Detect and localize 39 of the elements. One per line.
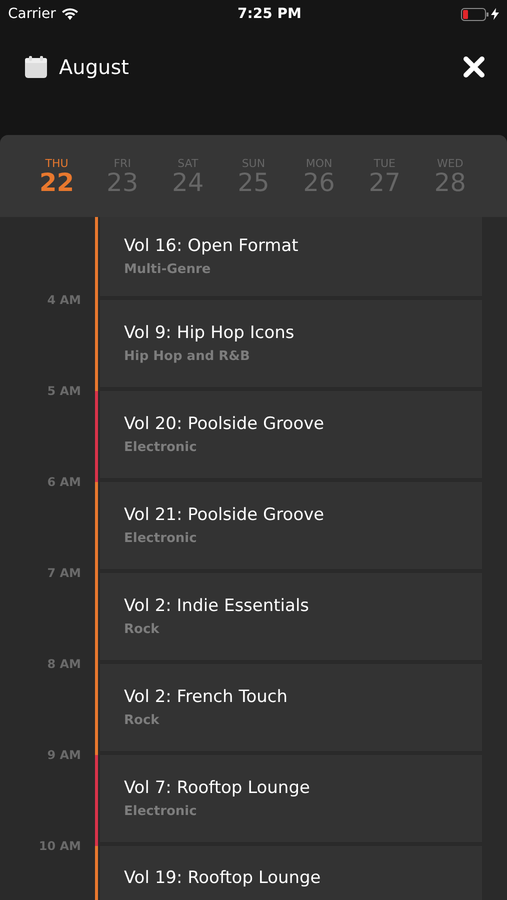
event-card[interactable]: Vol 20: Poolside Groove Electronic — [100, 391, 482, 478]
hour-label: 8 AM — [47, 657, 81, 671]
charging-bolt-icon — [491, 8, 499, 20]
event-card[interactable]: Vol 21: Poolside Groove Electronic — [100, 482, 482, 569]
month-title: August — [59, 55, 129, 79]
event-card[interactable]: Vol 2: French Touch Rock — [100, 664, 482, 751]
event-title: Vol 20: Poolside Groove — [124, 414, 326, 434]
hour-label: 6 AM — [47, 475, 81, 489]
event-genre: Electronic — [124, 440, 198, 455]
event-genre: Rock — [124, 622, 160, 637]
event-genre: Rock — [124, 713, 160, 728]
hour-label: 9 AM — [47, 748, 81, 762]
calendar-icon — [25, 56, 47, 78]
event-title: Vol 21: Poolside Groove — [124, 505, 326, 525]
hour-label: 5 AM — [47, 384, 81, 398]
event-genre: Hip Hop and R&B — [124, 349, 251, 364]
event-title: Vol 16: Open Format — [124, 236, 300, 256]
event-title: Vol 9: Hip Hop Icons — [124, 323, 296, 343]
event-card[interactable]: Vol 2: Indie Essentials Rock — [100, 573, 482, 660]
event-card[interactable]: Vol 16: Open Format Multi-Genre — [100, 217, 482, 296]
day-tab[interactable]: THU 22 — [32, 156, 82, 196]
clock-time: 7:25 PM — [238, 6, 302, 22]
event-title: Vol 7: Rooftop Lounge — [124, 778, 311, 798]
wifi-icon — [62, 8, 78, 20]
event-card[interactable]: Vol 19: Rooftop Lounge — [100, 846, 482, 900]
event-title: Vol 2: Indie Essentials — [124, 596, 310, 616]
close-button[interactable] — [463, 56, 485, 78]
event-title: Vol 19: Rooftop Lounge — [124, 868, 322, 888]
hour-label: 7 AM — [47, 566, 81, 580]
event-card[interactable]: Vol 7: Rooftop Lounge Electronic — [100, 755, 482, 842]
hour-label: 4 AM — [47, 293, 81, 307]
battery-icon — [461, 8, 489, 20]
event-genre: Electronic — [124, 531, 198, 546]
hour-label: 10 AM — [38, 839, 81, 853]
carrier-name: Carrier — [8, 6, 56, 22]
event-title: Vol 2: French Touch — [124, 687, 288, 707]
event-genre: Multi-Genre — [124, 262, 212, 277]
event-genre: Electronic — [124, 804, 198, 819]
event-card[interactable]: Vol 9: Hip Hop Icons Hip Hop and R&B — [100, 300, 482, 387]
